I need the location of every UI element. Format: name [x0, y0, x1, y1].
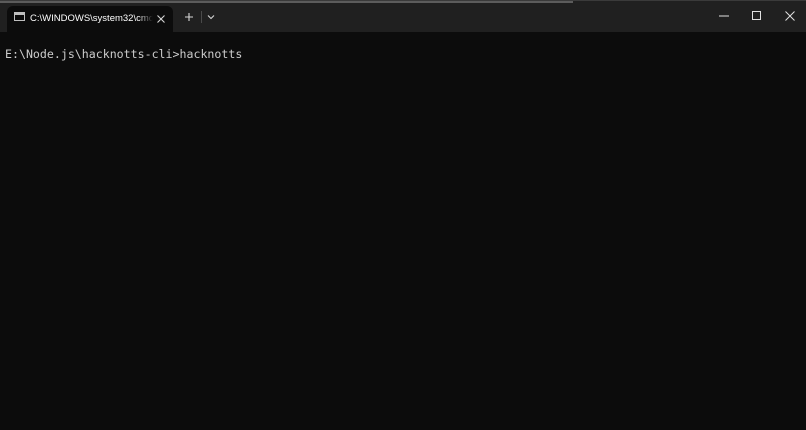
chevron-down-icon [207, 15, 215, 20]
command-prompt: E:\Node.js\hacknotts-cli> [5, 47, 180, 61]
close-window-button[interactable] [774, 1, 806, 31]
terminal-line: E:\Node.js\hacknotts-cli>hacknotts [5, 46, 249, 62]
tab-progress-indicator [0, 1, 573, 3]
new-tab-button[interactable] [180, 9, 198, 25]
terminal-output-area[interactable]: E:\Node.js\hacknotts-cli>hacknotts [0, 32, 806, 430]
close-icon [157, 15, 165, 23]
maximize-icon [752, 11, 761, 20]
minimize-button[interactable] [708, 1, 740, 31]
maximize-button[interactable] [741, 1, 773, 31]
title-bar[interactable]: C:\WINDOWS\system32\cmd.exe [0, 1, 806, 32]
tab-title: C:\WINDOWS\system32\cmd.exe [30, 13, 153, 24]
terminal-icon [14, 12, 25, 21]
typed-command: hacknotts [179, 47, 243, 61]
close-icon [785, 11, 795, 21]
tab-cmd[interactable]: C:\WINDOWS\system32\cmd.exe [7, 6, 173, 32]
toolbar-divider [201, 11, 202, 23]
close-tab-button[interactable] [153, 11, 169, 27]
profile-dropdown-button[interactable] [203, 9, 219, 25]
terminal-window: C:\WINDOWS\system32\cmd.exe [0, 0, 806, 430]
minimize-icon [719, 15, 729, 17]
plus-icon [185, 13, 193, 21]
text-cursor [242, 47, 249, 60]
